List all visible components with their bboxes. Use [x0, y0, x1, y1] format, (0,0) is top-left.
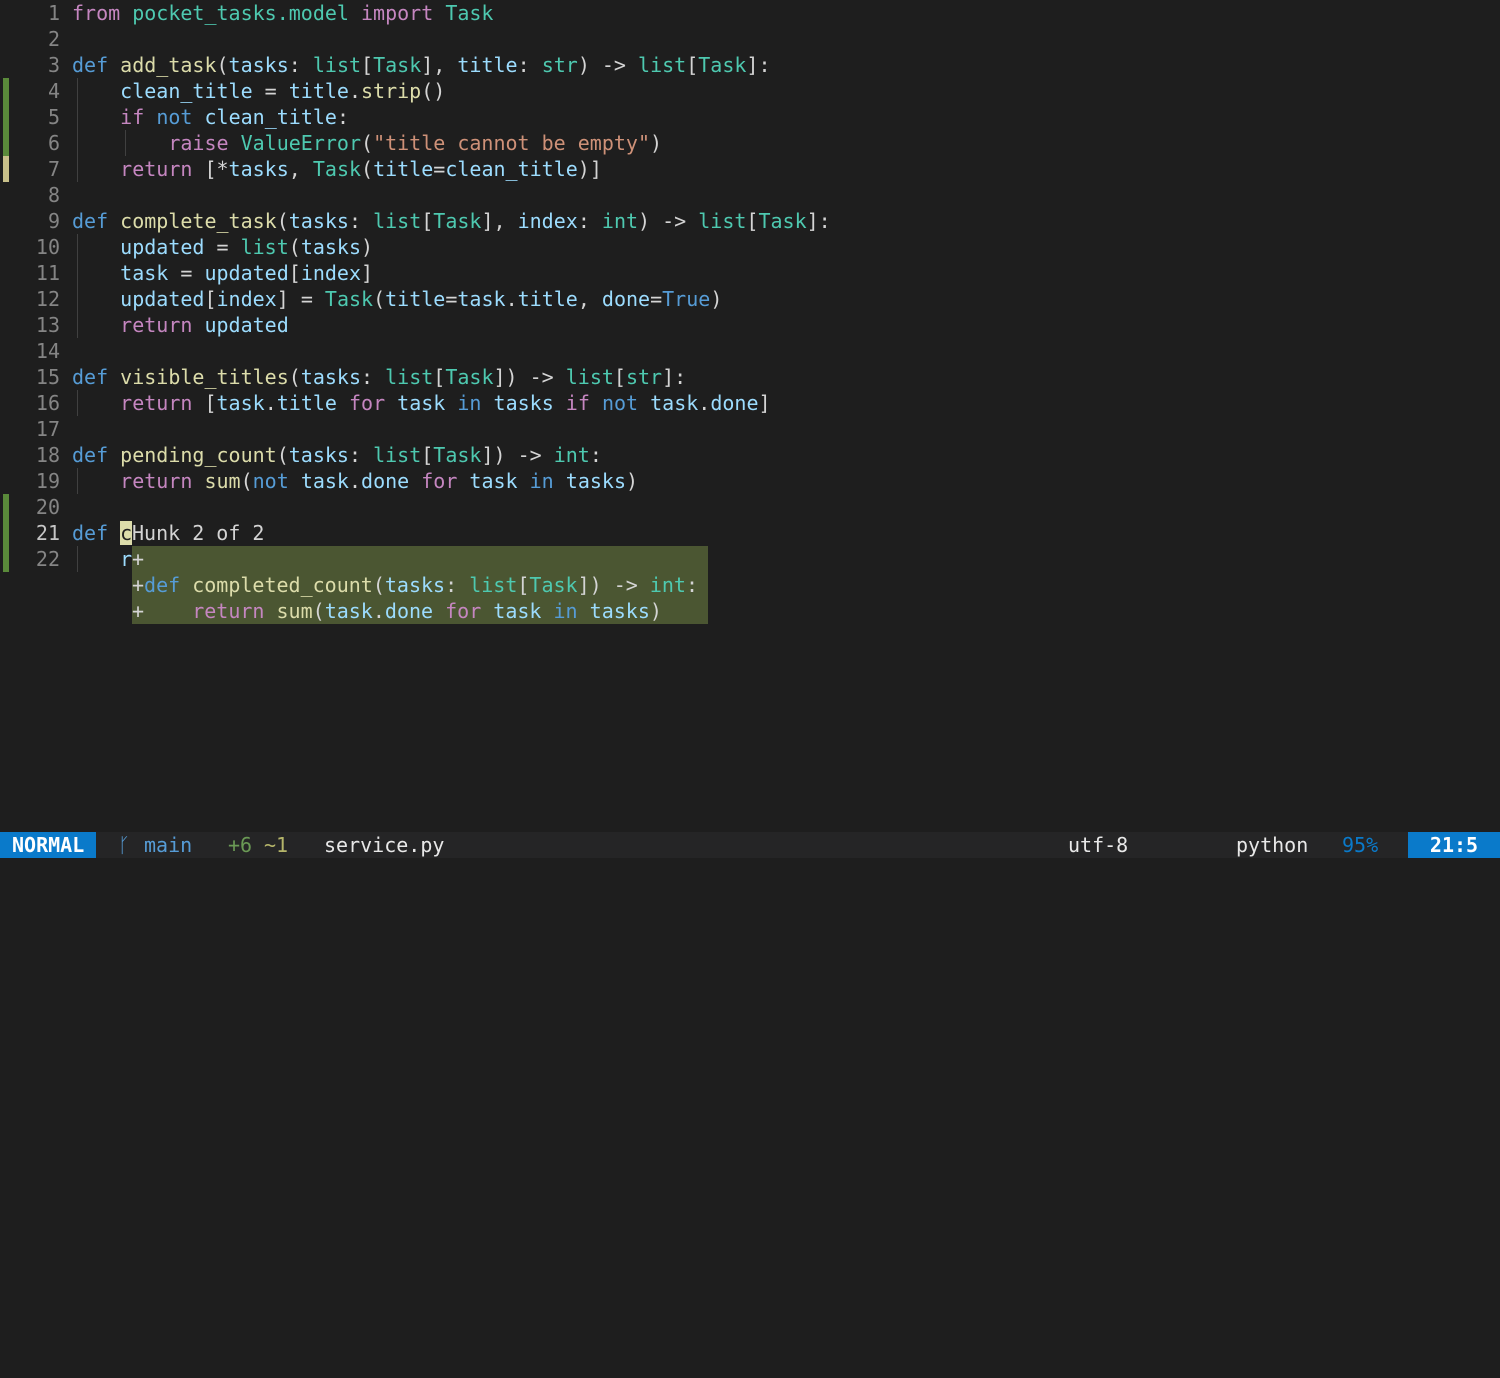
- line-number: 21: [35, 521, 60, 545]
- code-line[interactable]: 3 def add_task(tasks: list[Task], title: …: [0, 52, 1500, 78]
- hunk-popup-title: Hunk 2 of 2: [132, 521, 265, 545]
- git-change-marker: [3, 156, 9, 182]
- code-line[interactable]: 16 return [task.title for task in tasks …: [0, 390, 1500, 416]
- line-number: 12: [35, 287, 60, 311]
- code-text[interactable]: return [task.title for task in tasks if …: [72, 390, 770, 416]
- code-line[interactable]: 10 updated = list(tasks): [0, 234, 1500, 260]
- code-line[interactable]: 8: [0, 182, 1500, 208]
- code-text[interactable]: r: [72, 546, 132, 572]
- code-text[interactable]: task = updated[index]: [72, 260, 373, 286]
- git-branch-name: main: [144, 833, 193, 857]
- code-text[interactable]: clean_title = title.strip(): [72, 78, 445, 104]
- position-separator: [1392, 832, 1457, 884]
- git-change-marker: [3, 546, 9, 572]
- hunk-preview-popup: + +def completed_count(tasks: list[Task])…: [132, 546, 708, 624]
- section-separator: [296, 832, 361, 884]
- line-number: 10: [35, 235, 60, 259]
- code-line[interactable]: 18 def pending_count(tasks: list[Task]) -…: [0, 442, 1500, 468]
- linux-icon: [1162, 832, 1224, 879]
- code-line[interactable]: 1 from pocket_tasks.model import Task: [0, 0, 1500, 26]
- code-text[interactable]: def visible_titles(tasks: list[Task]) ->…: [72, 364, 686, 390]
- python-icon: [1210, 832, 1276, 879]
- code-line[interactable]: 15 def visible_titles(tasks: list[Task]) …: [0, 364, 1500, 390]
- cursor-position: 21:5: [1408, 832, 1500, 858]
- code-line[interactable]: 6 raise ValueError("title cannot be empt…: [0, 130, 1500, 156]
- diff-added-count: +6: [228, 833, 253, 857]
- code-text[interactable]: from pocket_tasks.model import Task: [72, 0, 493, 26]
- line-number: 18: [35, 443, 60, 467]
- diff-modified-count: ~1: [264, 833, 289, 857]
- code-line[interactable]: 14: [0, 338, 1500, 364]
- code-text[interactable]: return [*tasks, Task(title=clean_title)]: [72, 156, 602, 182]
- line-number: 5: [47, 105, 60, 129]
- code-line[interactable]: 20: [0, 494, 1500, 520]
- code-text[interactable]: return updated: [72, 312, 289, 338]
- hunk-diff-line: +: [132, 547, 145, 571]
- git-change-marker: [3, 520, 9, 546]
- line-number: 13: [35, 313, 60, 337]
- line-number: 1: [47, 1, 60, 25]
- code-line[interactable]: 11 task = updated[index]: [0, 260, 1500, 286]
- line-number: 22: [35, 547, 60, 571]
- line-number: 9: [47, 209, 60, 233]
- code-line[interactable]: 9 def complete_task(tasks: list[Task], in…: [0, 208, 1500, 234]
- line-number: 17: [35, 417, 60, 441]
- line-number: 16: [35, 391, 60, 415]
- line-number: 4: [47, 79, 60, 103]
- code-line[interactable]: 4 clean_title = title.strip(): [0, 78, 1500, 104]
- line-number: 8: [47, 183, 60, 207]
- line-number: 15: [35, 365, 60, 389]
- mode-indicator: NORMAL: [0, 832, 97, 858]
- line-number: 14: [35, 339, 60, 363]
- mode-separator: [96, 832, 161, 884]
- scroll-percent: 95%: [1342, 833, 1379, 857]
- code-text[interactable]: if not clean_title:: [72, 104, 349, 130]
- git-change-marker: [3, 494, 9, 520]
- git-change-marker: [3, 130, 9, 156]
- file-name: service.py: [324, 833, 445, 857]
- chevron-left-icon: [1186, 832, 1249, 883]
- code-line[interactable]: 13 return updated: [0, 312, 1500, 338]
- code-text[interactable]: updated[index] = Task(title=task.title, …: [72, 286, 722, 312]
- command-line[interactable]: [0, 858, 1500, 885]
- code-text[interactable]: def pending_count(tasks: list[Task]) -> …: [72, 442, 602, 468]
- hunk-diff-line: + return sum(task.done for task in tasks…: [132, 599, 662, 623]
- git-change-marker: [3, 78, 9, 104]
- code-line[interactable]: 7 return [*tasks, Task(title=clean_title…: [0, 156, 1500, 182]
- hunk-diff-line: +def completed_count(tasks: list[Task]) …: [132, 573, 699, 597]
- code-text[interactable]: def complete_task(tasks: list[Task], ind…: [72, 208, 831, 234]
- code-text[interactable]: def c: [72, 520, 133, 546]
- git-change-marker: [3, 104, 9, 130]
- chevron-left-icon: [1138, 832, 1201, 883]
- line-number: 3: [47, 53, 60, 77]
- code-text[interactable]: def add_task(tasks: list[Task], title: s…: [72, 52, 771, 78]
- line-number: 6: [47, 131, 60, 155]
- code-text[interactable]: updated = list(tasks): [72, 234, 373, 260]
- code-line[interactable]: 19 return sum(not task.done for task in …: [0, 468, 1500, 494]
- line-number: 20: [35, 495, 60, 519]
- code-line[interactable]: 17: [0, 416, 1500, 442]
- line-number: 11: [35, 261, 60, 285]
- line-number: 19: [35, 469, 60, 493]
- chevron-right-icon: [202, 832, 266, 883]
- code-line[interactable]: 5 if not clean_title:: [0, 104, 1500, 130]
- code-text[interactable]: raise ValueError("title cannot be empty"…: [72, 130, 662, 156]
- code-line[interactable]: 2: [0, 26, 1500, 52]
- code-line[interactable]: 12 updated[index] = Task(title=task.titl…: [0, 286, 1500, 312]
- line-number: 2: [47, 27, 60, 51]
- status-line: NORMAL ᚴ main +6 ~1 service.py utf-8 pyt…: [0, 832, 1500, 884]
- section-separator: [1322, 832, 1387, 884]
- file-encoding: utf-8: [1068, 833, 1129, 857]
- editor-pane[interactable]: 1 from pocket_tasks.model import Task 2 3 de…: [0, 0, 1500, 832]
- git-branch-icon: ᚴ: [118, 833, 130, 857]
- line-number: 7: [47, 157, 60, 181]
- file-type: python: [1236, 833, 1309, 857]
- code-text[interactable]: return sum(not task.done for task in tas…: [72, 468, 638, 494]
